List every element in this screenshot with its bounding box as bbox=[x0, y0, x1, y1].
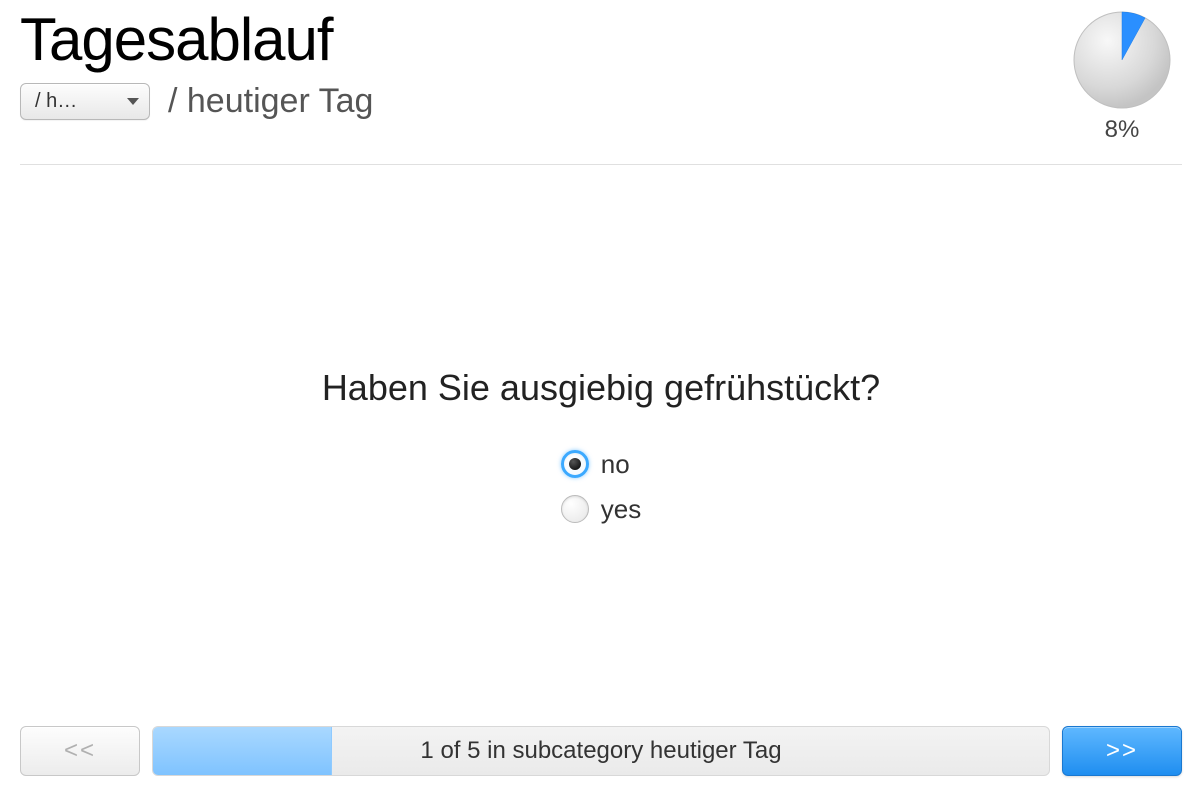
chevron-down-icon bbox=[127, 98, 139, 105]
answer-radio-group: no yes bbox=[561, 449, 641, 525]
next-button[interactable]: >> bbox=[1062, 726, 1182, 776]
breadcrumb-row: / h… / heutiger Tag bbox=[20, 82, 373, 121]
progress-indicator: 8% bbox=[1072, 10, 1182, 144]
radio-option-yes[interactable]: yes bbox=[561, 494, 641, 525]
radio-label-yes: yes bbox=[601, 494, 641, 525]
prev-button[interactable]: << bbox=[20, 726, 140, 776]
header-left: Tagesablauf / h… / heutiger Tag bbox=[20, 10, 373, 121]
question-progress-bar: 1 of 5 in subcategory heutiger Tag bbox=[152, 726, 1050, 776]
dropdown-label: / h… bbox=[35, 90, 77, 113]
page-title: Tagesablauf bbox=[20, 10, 373, 70]
radio-label-no: no bbox=[601, 449, 630, 480]
radio-button-yes[interactable] bbox=[561, 495, 589, 523]
radio-button-no[interactable] bbox=[561, 450, 589, 478]
progress-bar-fill bbox=[153, 727, 332, 775]
progress-pie-icon bbox=[1072, 10, 1172, 110]
category-dropdown[interactable]: / h… bbox=[20, 83, 150, 120]
app-container: Tagesablauf / h… / heutiger Tag bbox=[0, 0, 1202, 796]
footer-nav: << 1 of 5 in subcategory heutiger Tag >> bbox=[20, 726, 1182, 796]
question-text: Haben Sie ausgiebig gefrühstückt? bbox=[322, 367, 880, 409]
radio-dot-icon bbox=[569, 458, 581, 470]
question-area: Haben Sie ausgiebig gefrühstückt? no yes bbox=[20, 165, 1182, 726]
header: Tagesablauf / h… / heutiger Tag bbox=[20, 0, 1182, 165]
progress-percent-label: 8% bbox=[1105, 116, 1140, 144]
progress-bar-text: 1 of 5 in subcategory heutiger Tag bbox=[420, 737, 781, 765]
breadcrumb: / heutiger Tag bbox=[168, 82, 373, 121]
radio-option-no[interactable]: no bbox=[561, 449, 630, 480]
